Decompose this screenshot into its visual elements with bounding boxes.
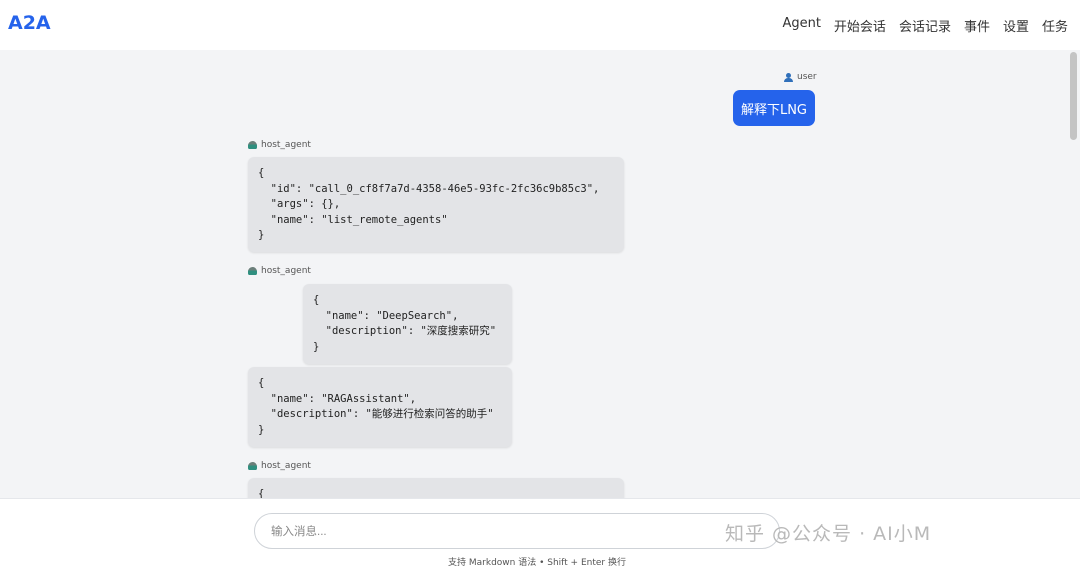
json-content: { "id": "call_0_cf8f7a7d-4358-46e5-93fc-…: [258, 167, 600, 241]
user-icon: [784, 72, 793, 82]
nav-item-agent[interactable]: Agent: [782, 16, 820, 35]
sender-label: host_agent: [261, 140, 311, 150]
chat-scrollbar[interactable]: [1070, 52, 1078, 496]
chat-message-area: user 解释下LNG host_agent { "id": "call_0_c…: [0, 50, 1068, 498]
nav-item-start-conversation[interactable]: 开始会话: [834, 16, 886, 35]
message-input[interactable]: [271, 523, 751, 541]
message-composer: 知乎 @公众号 · AI小M 支持 Markdown 语法 • Shift + …: [0, 498, 1080, 574]
scrollbar-thumb[interactable]: [1070, 52, 1077, 140]
json-content: { "name": "RAGAssistant", "description":…: [258, 377, 494, 436]
message-sender-agent: host_agent: [248, 140, 311, 150]
watermark: 知乎 @公众号 · AI小M: [725, 523, 932, 545]
nav-menu: Agent 开始会话 会话记录 事件 设置 任务: [782, 16, 1068, 35]
json-content: {: [258, 488, 265, 498]
user-message-bubble: 解释下LNG: [733, 90, 815, 126]
app-logo[interactable]: A2A: [8, 12, 51, 34]
message-sender-user: user: [784, 72, 817, 82]
sender-label: user: [797, 72, 817, 82]
agent-icon: [248, 267, 257, 275]
json-content: { "name": "DeepSearch", "description": "…: [313, 294, 497, 353]
agent-icon: [248, 141, 257, 149]
message-sender-agent: host_agent: [248, 266, 311, 276]
nav-item-tasks[interactable]: 任务: [1042, 16, 1068, 35]
nav-item-events[interactable]: 事件: [964, 16, 990, 35]
input-hint: 支持 Markdown 语法 • Shift + Enter 换行: [448, 558, 626, 568]
agent-info-card: { "name": "DeepSearch", "description": "…: [303, 284, 512, 364]
sender-label: host_agent: [261, 266, 311, 276]
top-navigation-bar: A2A Agent 开始会话 会话记录 事件 设置 任务: [0, 0, 1080, 50]
function-call-card: { "id": "call_0_cf8f7a7d-4358-46e5-93fc-…: [248, 157, 624, 252]
message-sender-agent: host_agent: [248, 461, 311, 471]
nav-item-conversation-history[interactable]: 会话记录: [899, 16, 951, 35]
message-input-container[interactable]: [254, 513, 780, 549]
agent-info-card: { "name": "RAGAssistant", "description":…: [248, 367, 512, 447]
function-call-card: {: [248, 478, 624, 498]
sender-label: host_agent: [261, 461, 311, 471]
agent-icon: [248, 462, 257, 470]
nav-item-settings[interactable]: 设置: [1003, 16, 1029, 35]
